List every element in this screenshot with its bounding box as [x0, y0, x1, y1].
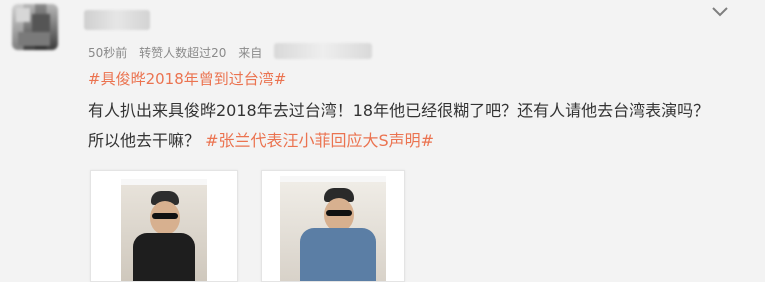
body	[133, 233, 195, 281]
source-blurred[interactable]	[274, 43, 372, 59]
topic-hashtag[interactable]: #具俊晔2018年曾到过台湾#	[88, 68, 286, 89]
photo	[280, 176, 386, 281]
avatar-pixel	[16, 8, 30, 22]
avatar-pixel	[32, 14, 50, 32]
repost-count: 转赞人数超过20	[139, 46, 227, 60]
person-figure	[280, 176, 386, 281]
image-thumbnail[interactable]	[261, 170, 405, 282]
chevron-down-icon[interactable]	[710, 4, 730, 18]
glasses	[152, 213, 178, 219]
post-meta: 50秒前 转赞人数超过20 来自	[88, 44, 270, 61]
topic-hashtag-inline[interactable]: #张兰代表汪小菲回应大S声明#	[205, 131, 434, 150]
weibo-post: 50秒前 转赞人数超过20 来自 #具俊晔2018年曾到过台湾# 有人扒出来具俊…	[0, 0, 765, 282]
content-line-1: 有人扒出来具俊晔2018年去过台湾！18年他已经很糊了吧？还有人请他去台湾表演吗…	[88, 101, 710, 120]
post-time[interactable]: 50秒前	[88, 46, 127, 60]
avatar-pixel	[18, 32, 50, 46]
source-label: 来自	[238, 46, 263, 60]
glasses	[326, 210, 352, 216]
post-content: 有人扒出来具俊晔2018年去过台湾！18年他已经很糊了吧？还有人请他去台湾表演吗…	[88, 96, 748, 156]
body	[300, 228, 376, 281]
person-figure	[121, 179, 207, 281]
content-prefix: 所以他去干嘛？	[88, 131, 201, 150]
photo	[121, 179, 207, 281]
content-line-2: 所以他去干嘛？ #张兰代表汪小菲回应大S声明#	[88, 126, 748, 156]
username-blurred[interactable]	[84, 10, 150, 30]
image-thumbnail[interactable]	[90, 170, 238, 282]
avatar[interactable]	[12, 4, 58, 50]
